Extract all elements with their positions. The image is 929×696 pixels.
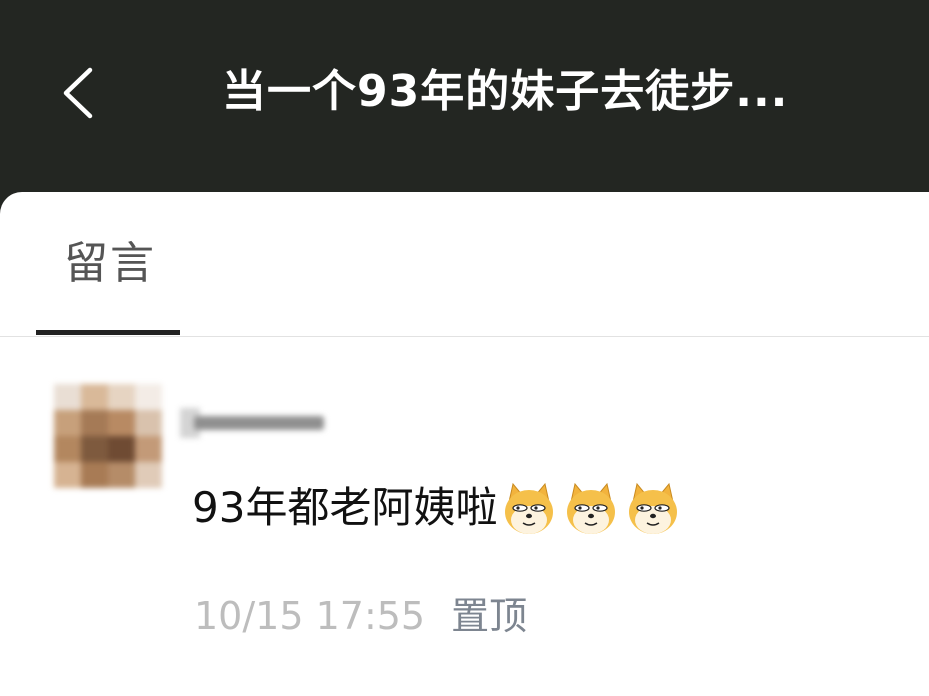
comment-meta: 10/15 17:55 置顶 xyxy=(194,588,527,644)
comments-sheet: 留言 93年都老阿姨啦 10/15 17:55 置顶 xyxy=(0,192,929,696)
page-title: 当一个93年的妹子去徒步... xyxy=(222,66,789,117)
top-bar: 当一个93年的妹子去徒步... xyxy=(0,0,929,200)
tab-divider xyxy=(0,336,929,337)
avatar[interactable] xyxy=(54,384,162,488)
tab-active-indicator xyxy=(36,330,180,335)
tab-comments[interactable]: 留言 xyxy=(36,192,180,336)
tab-comments-label: 留言 xyxy=(64,238,156,289)
back-button[interactable] xyxy=(52,58,112,128)
chevron-left-icon xyxy=(63,67,93,119)
pin-button[interactable]: 置顶 xyxy=(451,588,527,644)
doge-emoji-icon xyxy=(505,482,554,534)
comment-body: 93年都老阿姨啦 xyxy=(192,478,683,538)
comment-timestamp: 10/15 17:55 xyxy=(194,594,426,638)
username-blurred[interactable] xyxy=(180,404,328,442)
doge-emoji-icon xyxy=(567,482,616,534)
comment-text: 93年都老阿姨啦 xyxy=(192,483,498,532)
doge-emoji-icon xyxy=(629,482,678,534)
